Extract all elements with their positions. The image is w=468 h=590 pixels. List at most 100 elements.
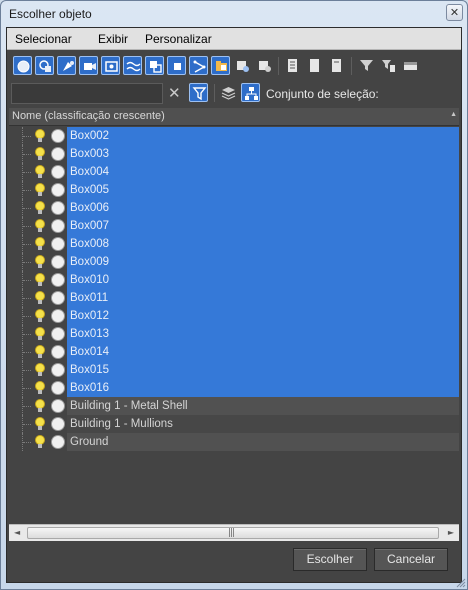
cancel-button[interactable]: Cancelar xyxy=(374,548,448,571)
filter-selected-button[interactable] xyxy=(189,83,208,102)
light-bulb-icon[interactable] xyxy=(33,380,47,396)
frozen-filter-button[interactable] xyxy=(233,56,252,75)
light-bulb-icon[interactable] xyxy=(33,146,47,162)
visibility-icon[interactable] xyxy=(50,344,66,360)
light-bulb-icon[interactable] xyxy=(33,326,47,342)
columns-button[interactable] xyxy=(401,56,420,75)
light-bulb-icon[interactable] xyxy=(33,164,47,180)
horizontal-scrollbar[interactable]: ◄ ||| ► xyxy=(9,524,459,541)
visibility-icon[interactable] xyxy=(50,380,66,396)
tree-connector xyxy=(23,226,31,227)
list-item[interactable]: Box011 xyxy=(9,289,459,307)
scroll-left-icon[interactable]: ◄ xyxy=(14,528,20,537)
name-column-header[interactable]: Nome (classificação crescente) ▲ xyxy=(9,108,459,126)
list-item[interactable]: Box004 xyxy=(9,163,459,181)
display-none-button[interactable] xyxy=(305,56,324,75)
containers-filter-button[interactable] xyxy=(211,56,230,75)
light-bulb-icon[interactable] xyxy=(33,398,47,414)
cameras-filter-button[interactable] xyxy=(79,56,98,75)
hierarchy-button[interactable] xyxy=(241,83,260,102)
shapes-filter-button[interactable] xyxy=(35,56,54,75)
light-bulb-icon[interactable] xyxy=(33,236,47,252)
visibility-icon[interactable] xyxy=(50,182,66,198)
light-bulb-icon[interactable] xyxy=(33,308,47,324)
scrollbar-thumb[interactable]: ||| xyxy=(27,527,439,539)
visibility-icon[interactable] xyxy=(50,434,66,450)
visibility-icon[interactable] xyxy=(50,200,66,216)
list-item[interactable]: Box006 xyxy=(9,199,459,217)
list-item[interactable]: Box014 xyxy=(9,343,459,361)
light-bulb-icon[interactable] xyxy=(33,434,47,450)
search-input[interactable] xyxy=(11,83,163,104)
resize-grip-icon[interactable] xyxy=(456,578,466,588)
light-bulb-icon[interactable] xyxy=(33,182,47,198)
list-item[interactable]: Box015 xyxy=(9,361,459,379)
list-item[interactable]: Box016 xyxy=(9,379,459,397)
spacewarps-filter-button[interactable] xyxy=(123,56,142,75)
menu-exibir[interactable]: Exibir xyxy=(98,32,128,46)
list-item[interactable]: Box013 xyxy=(9,325,459,343)
hidden-filter-button[interactable] xyxy=(255,56,274,75)
menu-selecionar[interactable]: Selecionar xyxy=(15,32,72,46)
menu-personalizar[interactable]: Personalizar xyxy=(145,32,212,46)
object-list[interactable]: Box002 Box003 Box004 Box005 Box006 Box007 Box0… xyxy=(9,127,459,523)
dialog-window: Escolher objeto ✕ Selecionar Exibir Pers… xyxy=(0,0,468,590)
visibility-icon[interactable] xyxy=(50,362,66,378)
light-bulb-icon[interactable] xyxy=(33,254,47,270)
lights-filter-button[interactable] xyxy=(57,56,76,75)
light-bulb-icon[interactable] xyxy=(33,416,47,432)
visibility-icon[interactable] xyxy=(50,308,66,324)
list-item[interactable]: Box002 xyxy=(9,127,459,145)
xrefs-filter-button[interactable] xyxy=(167,56,186,75)
list-item[interactable]: Box010 xyxy=(9,271,459,289)
light-bulb-icon[interactable] xyxy=(33,218,47,234)
filter-button[interactable] xyxy=(357,56,376,75)
display-all-button[interactable] xyxy=(283,56,302,75)
display-invert-button[interactable] xyxy=(327,56,346,75)
light-bulb-icon[interactable] xyxy=(33,200,47,216)
tree-connector xyxy=(23,244,31,245)
geometry-filter-button[interactable] xyxy=(13,56,32,75)
light-bulb-icon[interactable] xyxy=(33,290,47,306)
list-item[interactable]: Box003 xyxy=(9,145,459,163)
spacewarp-icon xyxy=(126,61,141,72)
visibility-icon[interactable] xyxy=(50,218,66,234)
list-item[interactable]: Ground xyxy=(9,433,459,451)
visibility-icon[interactable] xyxy=(50,272,66,288)
toolbar-separator xyxy=(214,84,215,102)
visibility-icon[interactable] xyxy=(50,128,66,144)
visibility-icon[interactable] xyxy=(50,416,66,432)
dialog-client-area: Selecionar Exibir Personalizar ✕ Conjunt… xyxy=(6,27,462,583)
title-bar[interactable]: Escolher objeto ✕ xyxy=(1,1,467,27)
bones-filter-button[interactable] xyxy=(189,56,208,75)
close-button[interactable]: ✕ xyxy=(446,4,463,21)
list-item[interactable]: Box009 xyxy=(9,253,459,271)
list-item[interactable]: Box005 xyxy=(9,181,459,199)
light-bulb-icon[interactable] xyxy=(33,362,47,378)
list-item[interactable]: Box007 xyxy=(9,217,459,235)
list-item[interactable]: Building 1 - Mullions xyxy=(9,415,459,433)
light-bulb-icon[interactable] xyxy=(33,272,47,288)
bone-icon xyxy=(193,60,206,73)
visibility-icon[interactable] xyxy=(50,164,66,180)
groups-filter-button[interactable] xyxy=(145,56,164,75)
visibility-icon[interactable] xyxy=(50,290,66,306)
clear-search-icon[interactable]: ✕ xyxy=(168,84,181,102)
visibility-icon[interactable] xyxy=(50,326,66,342)
filter-options-button[interactable] xyxy=(379,56,398,75)
choose-button[interactable]: Escolher xyxy=(293,548,367,571)
visibility-icon[interactable] xyxy=(50,254,66,270)
scroll-right-icon[interactable]: ► xyxy=(448,528,454,537)
list-item[interactable]: Building 1 - Metal Shell xyxy=(9,397,459,415)
layers-button[interactable] xyxy=(219,83,238,102)
visibility-icon[interactable] xyxy=(50,398,66,414)
visibility-icon[interactable] xyxy=(50,236,66,252)
toolbar-separator xyxy=(351,57,352,75)
light-bulb-icon[interactable] xyxy=(33,344,47,360)
light-bulb-icon[interactable] xyxy=(33,128,47,144)
helpers-filter-button[interactable] xyxy=(101,56,120,75)
visibility-icon[interactable] xyxy=(50,146,66,162)
list-item[interactable]: Box008 xyxy=(9,235,459,253)
window-title: Escolher objeto xyxy=(9,7,92,21)
list-item[interactable]: Box012 xyxy=(9,307,459,325)
